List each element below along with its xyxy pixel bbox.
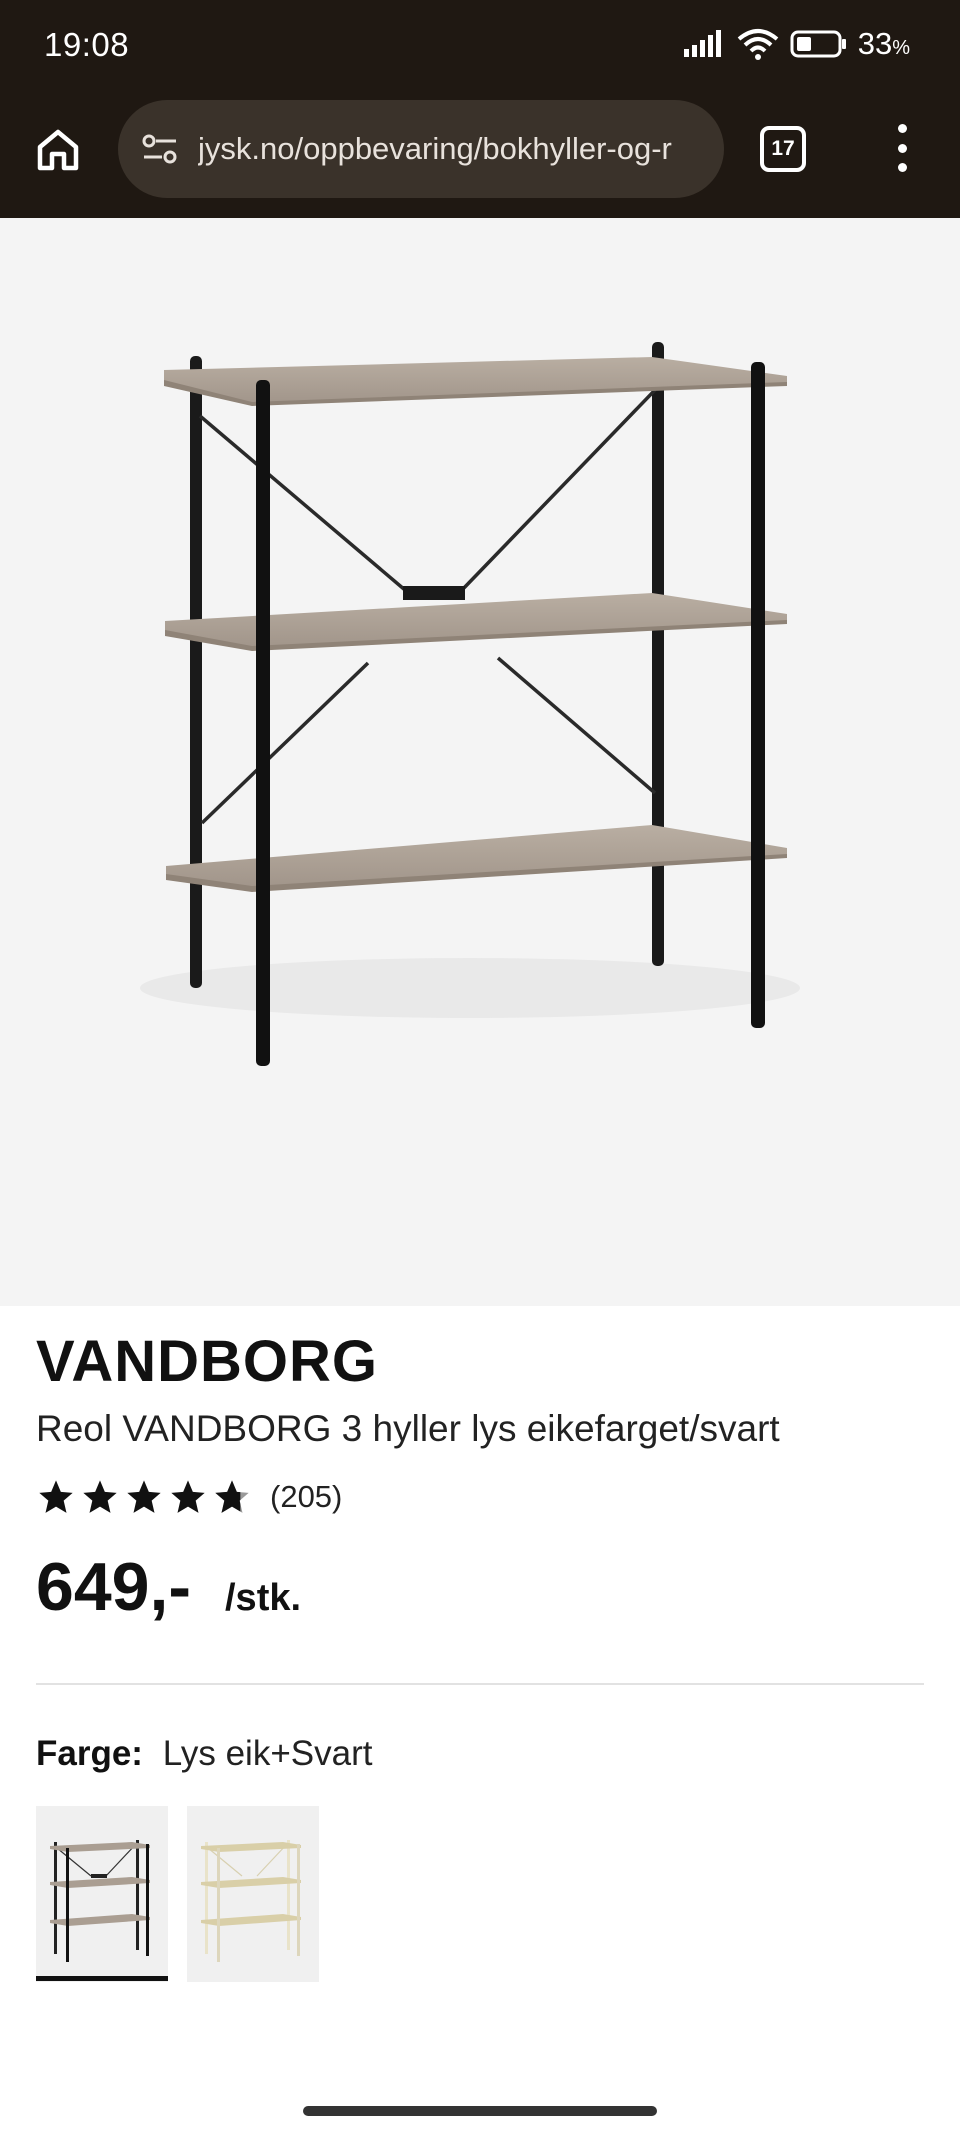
shelf-illustration <box>140 342 800 1066</box>
status-bar: 19:08 33% <box>0 0 960 90</box>
url-text[interactable]: jysk.no/oppbevaring/bokhyller-og-r <box>198 131 672 167</box>
status-icons: 33% <box>682 24 910 64</box>
wifi-icon <box>737 29 779 60</box>
gesture-navigation-bar[interactable] <box>303 2106 657 2116</box>
home-button[interactable] <box>30 122 86 178</box>
product-rating[interactable]: (205) <box>36 1474 342 1520</box>
price-row: 649,- /stk. <box>36 1548 301 1626</box>
color-selector-label: Farge: Lys eik+Svart <box>36 1734 372 1774</box>
price-unit: /stk. <box>225 1577 302 1619</box>
more-icon-dot <box>897 143 907 153</box>
rating-stars <box>36 1477 252 1517</box>
more-icon-dot <box>897 124 907 133</box>
signal-icon <box>683 30 721 57</box>
star-icon <box>83 1480 117 1513</box>
star-icon <box>39 1480 73 1513</box>
swatch-thumbnail <box>201 1840 301 1962</box>
browser-toolbar: jysk.no/oppbevaring/bokhyller-og-r 17 <box>0 96 960 200</box>
more-menu-button[interactable] <box>884 120 920 176</box>
star-half-icon <box>215 1480 249 1513</box>
color-value: Lys eik+Svart <box>162 1734 373 1773</box>
star-icon <box>127 1480 161 1513</box>
more-icon-dot <box>897 163 907 172</box>
browser-chrome: 19:08 33% jysk.no/oppbevaring/bokhyller-… <box>0 0 960 218</box>
product-name: Reol VANDBORG 3 hyller lys eikefarget/sv… <box>36 1408 780 1449</box>
product-image[interactable] <box>0 218 960 1306</box>
color-swatch-dark-oak-black[interactable] <box>36 1806 168 1982</box>
color-label: Farge: <box>36 1734 143 1773</box>
product-brand: VANDBORG <box>36 1329 379 1394</box>
home-icon <box>37 129 79 171</box>
tabs-button[interactable]: 17 <box>760 126 806 172</box>
color-swatch-light-oak-white[interactable] <box>187 1806 319 1982</box>
swatch-thumbnail <box>50 1840 150 1962</box>
selected-swatch-indicator <box>36 1976 168 1981</box>
review-count[interactable]: (205) <box>270 1479 342 1515</box>
status-time: 19:08 <box>44 26 130 63</box>
star-icon <box>171 1480 205 1513</box>
battery-icon <box>790 30 846 58</box>
url-bar[interactable]: jysk.no/oppbevaring/bokhyller-og-r <box>118 100 724 198</box>
site-settings-icon[interactable] <box>136 125 184 173</box>
battery-percent: 33% <box>857 26 910 61</box>
divider <box>36 1683 924 1685</box>
tab-count: 17 <box>771 137 795 160</box>
product-price: 649,- <box>36 1549 191 1625</box>
